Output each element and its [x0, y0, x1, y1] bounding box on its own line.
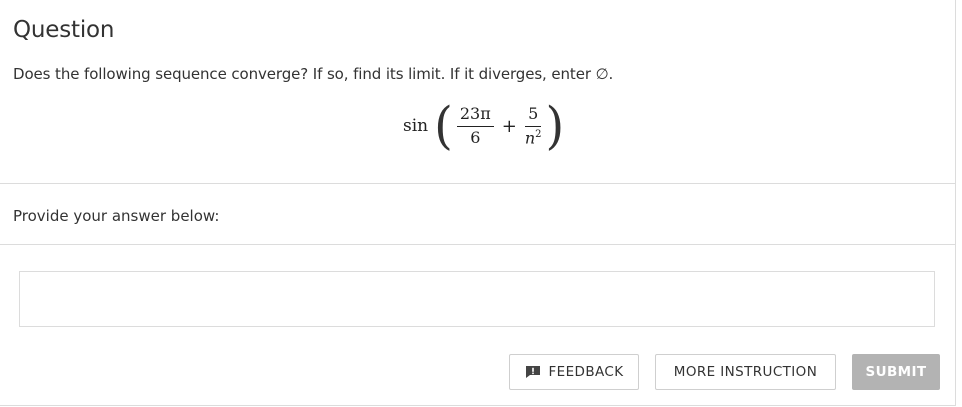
feedback-button-label: FEEDBACK: [548, 364, 624, 380]
exponent: 2: [535, 128, 542, 140]
submit-label: SUBMIT: [865, 364, 927, 380]
formula-function: sin: [403, 116, 429, 136]
question-prompt: Does the following sequence converge? If…: [13, 65, 614, 83]
fraction-denominator: n2: [525, 127, 542, 147]
answer-input[interactable]: [19, 271, 935, 327]
fraction-numerator: 5: [525, 105, 542, 127]
question-panel: Question Does the following sequence con…: [0, 0, 956, 406]
formula-left-paren: (: [434, 96, 453, 156]
fraction-5-over-n-squared: 5 n2: [525, 105, 542, 147]
fraction-denominator: 6: [470, 128, 481, 147]
formula-right-paren: ): [545, 96, 565, 156]
answer-label: Provide your answer below:: [13, 207, 220, 225]
more-instruction-label: MORE INSTRUCTION: [673, 364, 818, 380]
question-title: Question: [13, 17, 115, 43]
fraction-numerator: 23π: [456, 105, 494, 127]
section-divider: [0, 244, 956, 245]
math-formula: sin ( 23π 6 + 5 n2 ): [403, 97, 564, 155]
more-instruction-button[interactable]: MORE INSTRUCTION: [655, 354, 836, 390]
feedback-icon: [525, 365, 541, 379]
submit-button[interactable]: SUBMIT: [852, 354, 940, 390]
variable-n: n: [524, 128, 536, 148]
section-divider: [0, 183, 956, 184]
formula-plus-operator: +: [501, 115, 517, 137]
feedback-button[interactable]: FEEDBACK: [509, 354, 639, 390]
fraction-23pi-over-6: 23π 6: [456, 105, 494, 147]
